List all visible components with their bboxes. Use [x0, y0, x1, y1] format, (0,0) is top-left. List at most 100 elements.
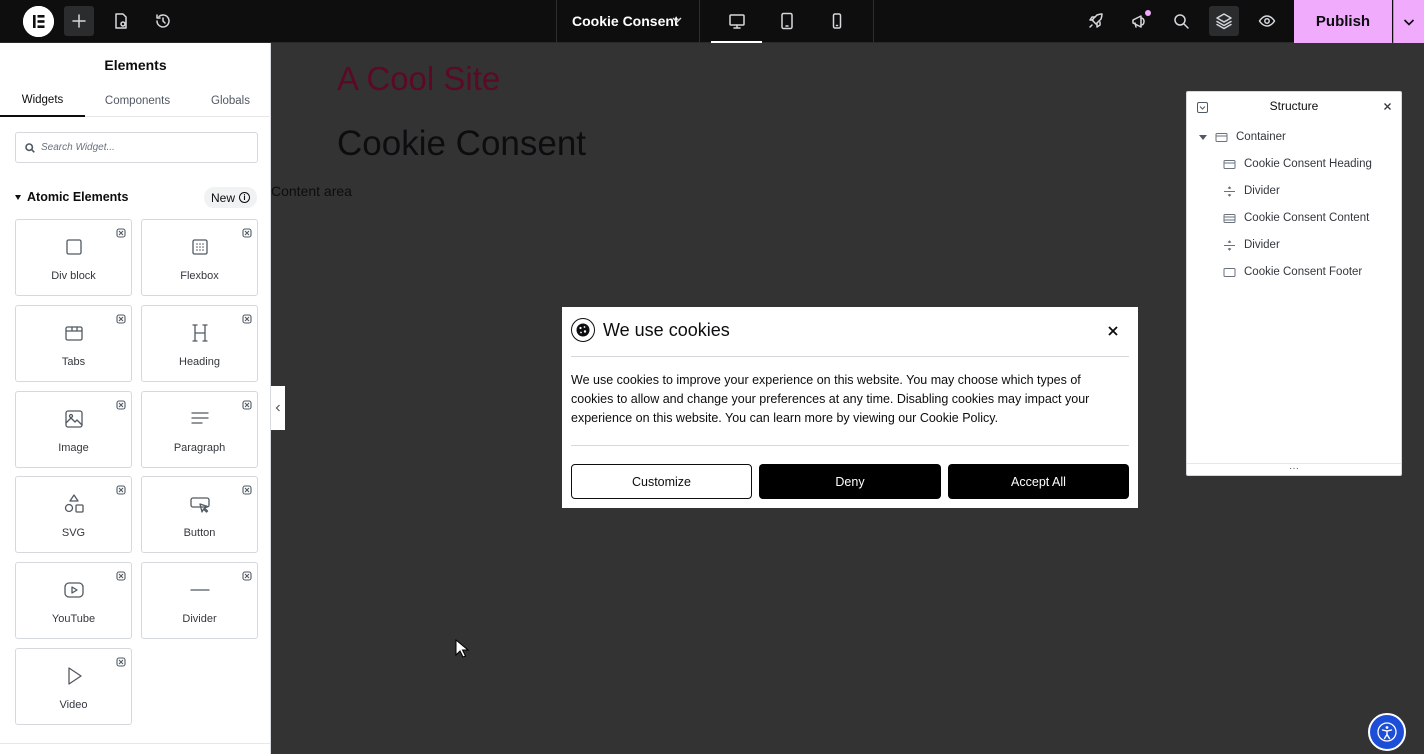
widget-label: Paragraph — [173, 442, 226, 454]
tab-components[interactable]: Components — [95, 85, 180, 117]
caret-down-icon — [15, 194, 21, 200]
structure-item-divider[interactable]: Divider — [1223, 181, 1280, 201]
page-settings-button[interactable] — [106, 6, 136, 36]
widget-svg[interactable]: SVG — [15, 476, 132, 553]
publish-button[interactable]: Publish — [1294, 0, 1392, 43]
page-heading[interactable]: Cookie Consent — [337, 124, 586, 164]
pro-lock-icon — [242, 311, 252, 324]
div-block-icon — [65, 239, 82, 255]
badge-label: New — [211, 190, 236, 205]
widget-video[interactable]: Video — [15, 648, 132, 725]
structure-title: Structure — [1269, 99, 1319, 113]
pro-lock-icon — [116, 311, 126, 324]
launchpad-button[interactable] — [1081, 6, 1111, 36]
widget-flexbox[interactable]: Flexbox — [141, 219, 258, 296]
elementor-logo-icon[interactable] — [23, 6, 54, 37]
cookie-icon — [571, 318, 595, 342]
publish-options-button[interactable] — [1393, 0, 1424, 43]
widget-heading[interactable]: Heading — [141, 305, 258, 382]
structure-button[interactable] — [1209, 6, 1239, 36]
structure-item-label: Cookie Consent Footer — [1244, 266, 1363, 278]
widget-label: Flexbox — [180, 270, 219, 282]
page-settings-icon — [115, 13, 127, 29]
widget-label: Button — [183, 527, 216, 539]
close-icon[interactable] — [1106, 324, 1120, 338]
widget-div-block[interactable]: Div block — [15, 219, 132, 296]
widget-label: YouTube — [51, 613, 96, 625]
image-icon — [64, 410, 83, 428]
pro-lock-icon — [242, 482, 252, 495]
divider — [571, 445, 1129, 446]
customize-button[interactable]: Customize — [571, 464, 752, 499]
history-button[interactable] — [148, 6, 178, 36]
pro-lock-icon — [116, 482, 126, 495]
widget-image[interactable]: Image — [15, 391, 132, 468]
panel-footer-divider — [0, 743, 270, 744]
caret-down-icon — [1199, 134, 1207, 140]
tab-globals[interactable]: Globals — [188, 85, 273, 117]
section-icon — [1223, 267, 1236, 277]
drag-handle-icon[interactable]: ··· — [1289, 463, 1299, 474]
plus-icon — [72, 14, 86, 28]
panel-title: Elements — [104, 57, 167, 73]
chevron-down-icon[interactable] — [671, 14, 683, 26]
content-area-label[interactable]: Content area — [271, 183, 352, 199]
widget-label: Image — [58, 442, 89, 454]
notification-dot — [1145, 10, 1151, 16]
desktop-view-button[interactable] — [722, 6, 752, 36]
tab-widgets[interactable]: Widgets — [0, 85, 85, 117]
button-icon — [189, 497, 210, 513]
divider-icon — [189, 589, 210, 591]
structure-item-label: Divider — [1244, 185, 1280, 197]
widget-search — [15, 132, 258, 163]
category-title: Atomic Elements — [27, 190, 129, 204]
structure-item-divider[interactable]: Divider — [1223, 235, 1280, 255]
collapse-panel-button[interactable] — [271, 386, 285, 430]
divider — [571, 356, 1129, 357]
structure-item-heading[interactable]: Cookie Consent Heading — [1223, 154, 1372, 174]
accept-all-button[interactable]: Accept All — [948, 464, 1129, 499]
tabs-icon — [64, 326, 83, 341]
widget-paragraph[interactable]: Paragraph — [141, 391, 258, 468]
add-element-button[interactable] — [64, 6, 94, 36]
category-header[interactable]: Atomic Elements — [15, 190, 128, 204]
widget-button[interactable]: Button — [141, 476, 258, 553]
chevron-down-icon — [1403, 18, 1415, 26]
tablet-view-button[interactable] — [772, 6, 802, 36]
structure-item-content[interactable]: Cookie Consent Content — [1223, 208, 1369, 228]
chevron-left-icon — [275, 404, 280, 412]
section-icon — [1223, 159, 1236, 169]
widget-label: Heading — [179, 356, 220, 368]
divider — [873, 0, 874, 43]
site-title[interactable]: A Cool Site — [337, 60, 500, 98]
search-input[interactable] — [16, 133, 257, 162]
widget-divider[interactable]: Divider — [141, 562, 258, 639]
structure-item-footer[interactable]: Cookie Consent Footer — [1223, 262, 1362, 282]
pro-lock-icon — [116, 568, 126, 581]
widget-label: SVG — [61, 527, 86, 539]
accessibility-button[interactable] — [1368, 713, 1406, 751]
widget-tabs[interactable]: Tabs — [15, 305, 132, 382]
pro-lock-icon — [116, 654, 126, 667]
rocket-icon — [1089, 13, 1103, 28]
pro-lock-icon — [116, 225, 126, 238]
document-title[interactable]: Cookie Consent — [572, 13, 679, 29]
structure-item-container[interactable]: Container — [1199, 127, 1286, 147]
modal-title: We use cookies — [603, 320, 730, 340]
structure-item-label: Cookie Consent Content — [1244, 212, 1370, 224]
widget-label: Tabs — [61, 356, 86, 368]
new-badge[interactable]: New i — [204, 187, 258, 208]
history-icon — [156, 14, 170, 28]
cookie-consent-modal: We use cookies We use cookies to improve… — [562, 307, 1138, 508]
mobile-view-button[interactable] — [822, 6, 852, 36]
deny-button[interactable]: Deny — [759, 464, 941, 499]
structure-item-label: Cookie Consent Heading — [1244, 158, 1372, 170]
widget-youtube[interactable]: YouTube — [15, 562, 132, 639]
pro-lock-icon — [242, 568, 252, 581]
preview-button[interactable] — [1252, 6, 1282, 36]
pro-lock-icon — [242, 225, 252, 238]
search-button[interactable] — [1166, 6, 1196, 36]
tablet-icon — [781, 12, 793, 30]
close-icon[interactable] — [1382, 101, 1393, 112]
search-icon — [25, 143, 35, 153]
